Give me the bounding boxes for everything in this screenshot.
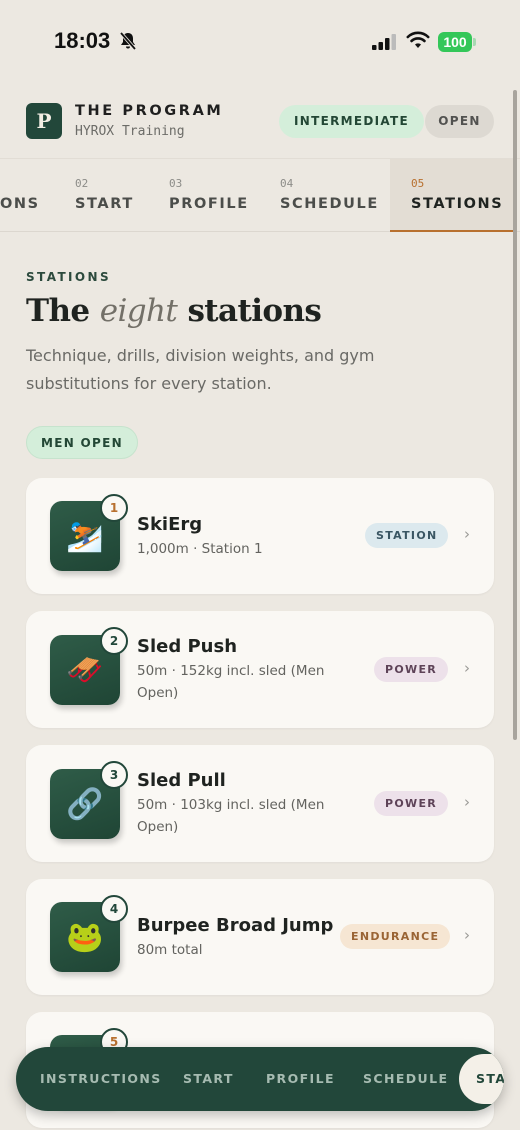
station-name: Sled Push: [137, 636, 238, 657]
station-tag: POWER: [374, 791, 449, 816]
nav-instructions[interactable]: INSTRUCTIONS: [40, 1071, 162, 1086]
scrollbar[interactable]: [513, 90, 517, 740]
tab-number: 04: [280, 177, 294, 190]
tab-number: 02: [75, 177, 89, 190]
station-card-burpee-broad-jump[interactable]: 🐸 4 Burpee Broad Jump 80m total ENDURANC…: [26, 879, 494, 995]
station-detail: 1,000m · Station 1: [137, 541, 263, 557]
station-number-badge: 4: [100, 895, 128, 923]
status-bar: 18:03 100: [0, 0, 520, 84]
chevron-right-icon: ›: [464, 793, 470, 811]
division-open-pill[interactable]: OPEN: [425, 105, 494, 138]
station-number-badge: 1: [100, 494, 128, 522]
tab-label: ONS: [0, 196, 40, 212]
chevron-right-icon: ›: [464, 525, 470, 543]
chevron-right-icon: ›: [464, 926, 470, 944]
station-detail: 50m · 152kg incl. sled (Men Open): [137, 663, 325, 701]
tab-label: PROFILE: [169, 196, 249, 212]
tab-profile[interactable]: 03 PROFILE: [150, 159, 265, 232]
station-card-sled-pull[interactable]: 🔗 3 Sled Pull 50m · 103kg incl. sled (Me…: [26, 745, 494, 862]
station-tag: ENDURANCE: [340, 924, 451, 949]
bottom-nav: INSTRUCTIONS START PROFILE SCHEDULE STAT…: [16, 1047, 504, 1111]
tab-stations[interactable]: 05 STATIONS: [390, 159, 514, 232]
station-tag: STATION: [365, 523, 449, 548]
battery-level: 100: [438, 32, 472, 52]
brand-subtitle: HYROX Training: [75, 124, 185, 139]
station-card-sled-push[interactable]: 🛷 2 Sled Push 50m · 152kg incl. sled (Me…: [26, 611, 494, 728]
nav-schedule[interactable]: SCHEDULE: [363, 1071, 448, 1086]
nav-stations-label: STATIONS: [476, 1071, 504, 1086]
tab-label: STATIONS: [411, 196, 504, 212]
station-number-badge: 2: [100, 627, 128, 655]
tab-label: SCHEDULE: [280, 196, 379, 212]
tab-instructions[interactable]: ONS: [0, 159, 60, 232]
page-title: The eight stations: [26, 293, 322, 329]
nav-profile[interactable]: PROFILE: [266, 1071, 335, 1086]
tab-label: START: [75, 196, 134, 212]
tab-number: 03: [169, 177, 183, 190]
program-logo[interactable]: P: [26, 103, 62, 139]
station-detail: 80m total: [137, 942, 203, 958]
nav-stations-active[interactable]: STATIONS: [459, 1054, 504, 1104]
tab-start[interactable]: 02 START: [60, 159, 150, 232]
station-card-skierg[interactable]: ⛷️ 1 SkiErg 1,000m · Station 1 STATION ›: [26, 478, 494, 594]
station-detail: 50m · 103kg incl. sled (Men Open): [137, 797, 325, 835]
app-header: P THE PROGRAM HYROX Training INTERMEDIAT…: [0, 84, 520, 158]
nav-start[interactable]: START: [183, 1071, 234, 1086]
section-tabs: ONS 02 START 03 PROFILE 04 SCHEDULE 05 S…: [0, 158, 520, 232]
page-description: Technique, drills, division weights, and…: [26, 346, 375, 393]
signal-icon: [372, 34, 396, 50]
station-name: SkiErg: [137, 514, 203, 535]
status-time: 18:03: [54, 28, 111, 53]
tab-number: 05: [411, 177, 425, 190]
station-number-badge: 3: [100, 761, 128, 789]
station-name: Sled Pull: [137, 770, 226, 791]
battery-icon: 100: [438, 32, 476, 52]
chevron-right-icon: ›: [464, 659, 470, 677]
section-eyebrow: STATIONS: [26, 270, 111, 284]
station-name: Burpee Broad Jump: [137, 915, 334, 936]
division-pill[interactable]: MEN OPEN: [26, 426, 138, 459]
bell-muted-icon: [119, 31, 137, 51]
station-tag: POWER: [374, 657, 449, 682]
tab-schedule[interactable]: 04 SCHEDULE: [265, 159, 390, 232]
wifi-icon: [406, 31, 430, 48]
level-pill[interactable]: INTERMEDIATE: [279, 105, 425, 138]
brand-title: THE PROGRAM: [75, 103, 224, 119]
